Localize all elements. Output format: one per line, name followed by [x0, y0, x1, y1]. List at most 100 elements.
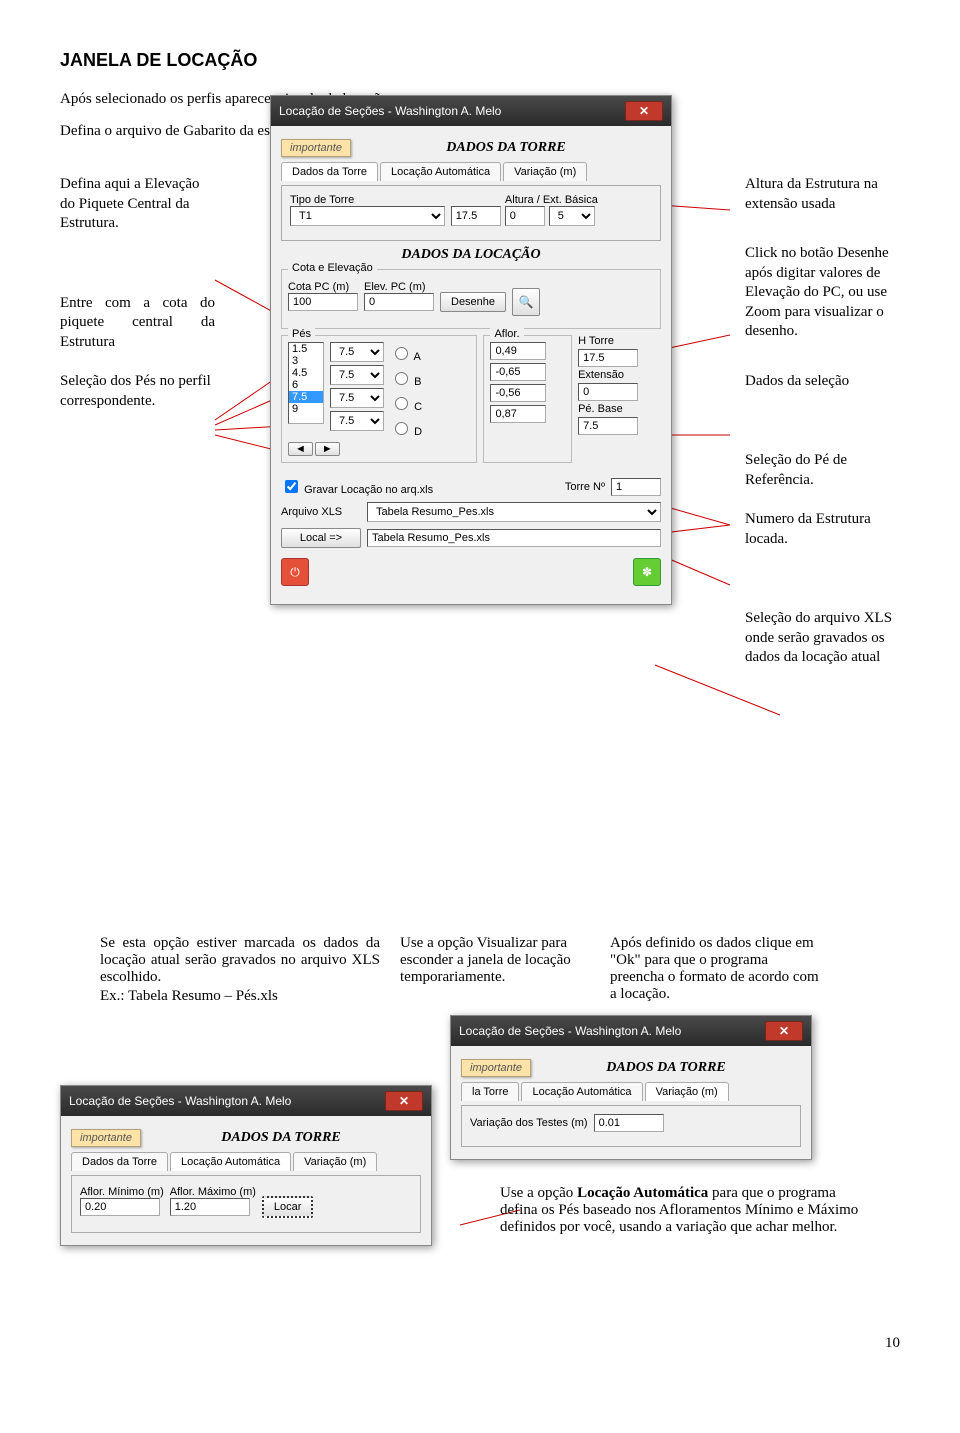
tabstrip: Dados da Torre Locação Automática Variaç… [281, 162, 661, 181]
page-title: JANELA DE LOCAÇÃO [60, 50, 900, 71]
desenhe-button[interactable]: Desenhe [440, 292, 506, 312]
pebase-val [578, 417, 638, 435]
altura-val-3-select[interactable]: 5 [549, 206, 595, 226]
note-right-2: Click no botão Desenhe após digitar valo… [745, 244, 900, 342]
note-right-1: Altura da Estrutura na extensão usada [745, 175, 900, 214]
dialog-variacao: Locação de Seções - Washington A. Melo ✕… [450, 1015, 812, 1160]
pes-title: Pés [288, 328, 315, 340]
arquivo-label: Arquivo XLS [281, 506, 361, 518]
tab-locacao-auto[interactable]: Locação Automática [380, 162, 501, 181]
titlebar-3[interactable]: Locação de Seções - Washington A. Melo ✕ [61, 1086, 431, 1116]
note-bottom-left: Se esta opção estiver marcada os dados d… [100, 935, 380, 1005]
aflor-min-input[interactable] [80, 1198, 160, 1216]
radio-b[interactable]: B [390, 369, 422, 388]
note-left-1: Defina aqui a Elevação do Piquete Centra… [60, 175, 215, 234]
tab2-1[interactable]: la Torre [461, 1082, 519, 1101]
tab2-3[interactable]: Variação (m) [645, 1082, 729, 1101]
note-right-3: Dados da seleção [745, 372, 900, 392]
note-left-2: Entre com a cota do piquete central da E… [60, 294, 215, 353]
zoom-icon[interactable]: 🔍 [512, 288, 540, 316]
tab3-2[interactable]: Locação Automática [170, 1152, 291, 1171]
pes-listbox[interactable]: 1.5 3 4.5 6 7.5 9 [288, 342, 324, 424]
scroll-right-icon[interactable]: ► [315, 442, 340, 456]
note-right-6: Seleção do arquivo XLS onde serão gravad… [745, 609, 900, 668]
section-header-3: DADOS DA TORRE [141, 1130, 421, 1146]
note-right-4: Seleção do Pé de Referência. [745, 451, 900, 490]
htorre-val [578, 349, 638, 367]
aflor-a [490, 342, 546, 360]
var-input[interactable] [594, 1114, 664, 1132]
group-aflor: Aflor. [483, 335, 572, 463]
group-pes: Pés 1.5 3 4.5 6 7.5 9 7.5 7.5 [281, 335, 477, 463]
group-cota-elevacao: Cota e Elevação Cota PC (m) Elev. PC (m)… [281, 269, 661, 329]
sel-a[interactable]: 7.5 [330, 342, 384, 362]
htorre-label: H Torre [578, 335, 661, 347]
pebase-label: Pé. Base [578, 403, 661, 415]
cota-input[interactable] [288, 293, 358, 311]
altura-val-2[interactable] [505, 206, 545, 226]
aflor-max-label: Aflor. Máximo (m) [170, 1186, 256, 1198]
note-auto: Use a opção Locação Automática para que … [500, 1185, 860, 1236]
cota-label: Cota PC (m) [288, 281, 358, 293]
aflor-b [490, 363, 546, 381]
altura-val-1[interactable] [451, 206, 501, 226]
tipo-torre-select[interactable]: T1 [290, 206, 445, 226]
close-icon-3[interactable]: ✕ [385, 1091, 423, 1111]
dialog2-title: Locação de Seções - Washington A. Melo [459, 1024, 681, 1038]
elev-input[interactable] [364, 293, 434, 311]
close-icon-2[interactable]: ✕ [765, 1021, 803, 1041]
gravar-checkbox[interactable]: Gravar Locação no arq.xls [281, 477, 433, 496]
altura-label: Altura / Ext. Básica [451, 194, 652, 206]
aflor-title: Aflor. [490, 328, 523, 340]
elev-label: Elev. PC (m) [364, 281, 434, 293]
tab2-2[interactable]: Locação Automática [521, 1082, 642, 1101]
sel-d[interactable]: 7.5 [330, 411, 384, 431]
tab-variacao[interactable]: Variação (m) [503, 162, 587, 181]
torre-no-input[interactable] [611, 478, 661, 496]
dialog-auto: Locação de Seções - Washington A. Melo ✕… [60, 1085, 432, 1246]
note-bottom-right: Após definido os dados clique em "Ok" pa… [610, 935, 820, 1005]
radio-a[interactable]: A [390, 344, 422, 363]
aflor-c [490, 384, 546, 402]
tab-dados-torre[interactable]: Dados da Torre [281, 162, 378, 181]
dialog3-title: Locação de Seções - Washington A. Melo [69, 1094, 291, 1108]
note-left-3: Seleção dos Pés no perfil correspondente… [60, 372, 215, 411]
var-label: Variação dos Testes (m) [470, 1117, 588, 1129]
ext-val [578, 383, 638, 401]
tab3-3[interactable]: Variação (m) [293, 1152, 377, 1171]
note-bottom-center: Use a opção Visualizar para esconder a j… [400, 935, 590, 1005]
titlebar-2[interactable]: Locação de Seções - Washington A. Melo ✕ [451, 1016, 811, 1046]
close-icon[interactable]: ✕ [625, 101, 663, 121]
local-input[interactable] [367, 529, 661, 547]
radio-d[interactable]: D [390, 419, 422, 438]
power-icon[interactable]: ⏻ [281, 558, 309, 586]
scroll-left-icon[interactable]: ◄ [288, 442, 313, 456]
aflor-d [490, 405, 546, 423]
tipo-torre-label: Tipo de Torre [290, 194, 445, 206]
titlebar[interactable]: Locação de Seções - Washington A. Melo ✕ [271, 96, 671, 126]
page-number: 10 [60, 1335, 900, 1352]
dialog-title: Locação de Seções - Washington A. Melo [279, 104, 501, 118]
section-header-2: DADOS DA TORRE [531, 1060, 801, 1076]
section-header-locacao: DADOS DA LOCAÇÃO [281, 247, 661, 263]
importante-2[interactable]: importante [461, 1059, 531, 1077]
importante-button[interactable]: importante [281, 139, 351, 157]
sel-b[interactable]: 7.5 [330, 365, 384, 385]
dialog-main: Locação de Seções - Washington A. Melo ✕… [270, 95, 672, 605]
torre-no-label: Torre Nº [565, 481, 605, 493]
locar-button[interactable]: Locar [262, 1196, 314, 1218]
panel-dados-torre: Tipo de Torre T1 Altura / Ext. Básica 5 [281, 185, 661, 241]
note-right-5: Numero da Estrutura locada. [745, 510, 900, 549]
aflor-max-input[interactable] [170, 1198, 250, 1216]
arquivo-select[interactable]: Tabela Resumo_Pes.xls [367, 502, 661, 522]
importante-3[interactable]: importante [71, 1129, 141, 1147]
ext-label: Extensão [578, 369, 661, 381]
sel-c[interactable]: 7.5 [330, 388, 384, 408]
section-header-torre: DADOS DA TORRE [351, 140, 661, 156]
local-button[interactable]: Local => [281, 528, 361, 548]
group-cota-title: Cota e Elevação [288, 262, 377, 274]
tab3-1[interactable]: Dados da Torre [71, 1152, 168, 1171]
ok-icon[interactable]: ✽ [633, 558, 661, 586]
radio-c[interactable]: C [390, 394, 422, 413]
aflor-min-label: Aflor. Mínimo (m) [80, 1186, 164, 1198]
